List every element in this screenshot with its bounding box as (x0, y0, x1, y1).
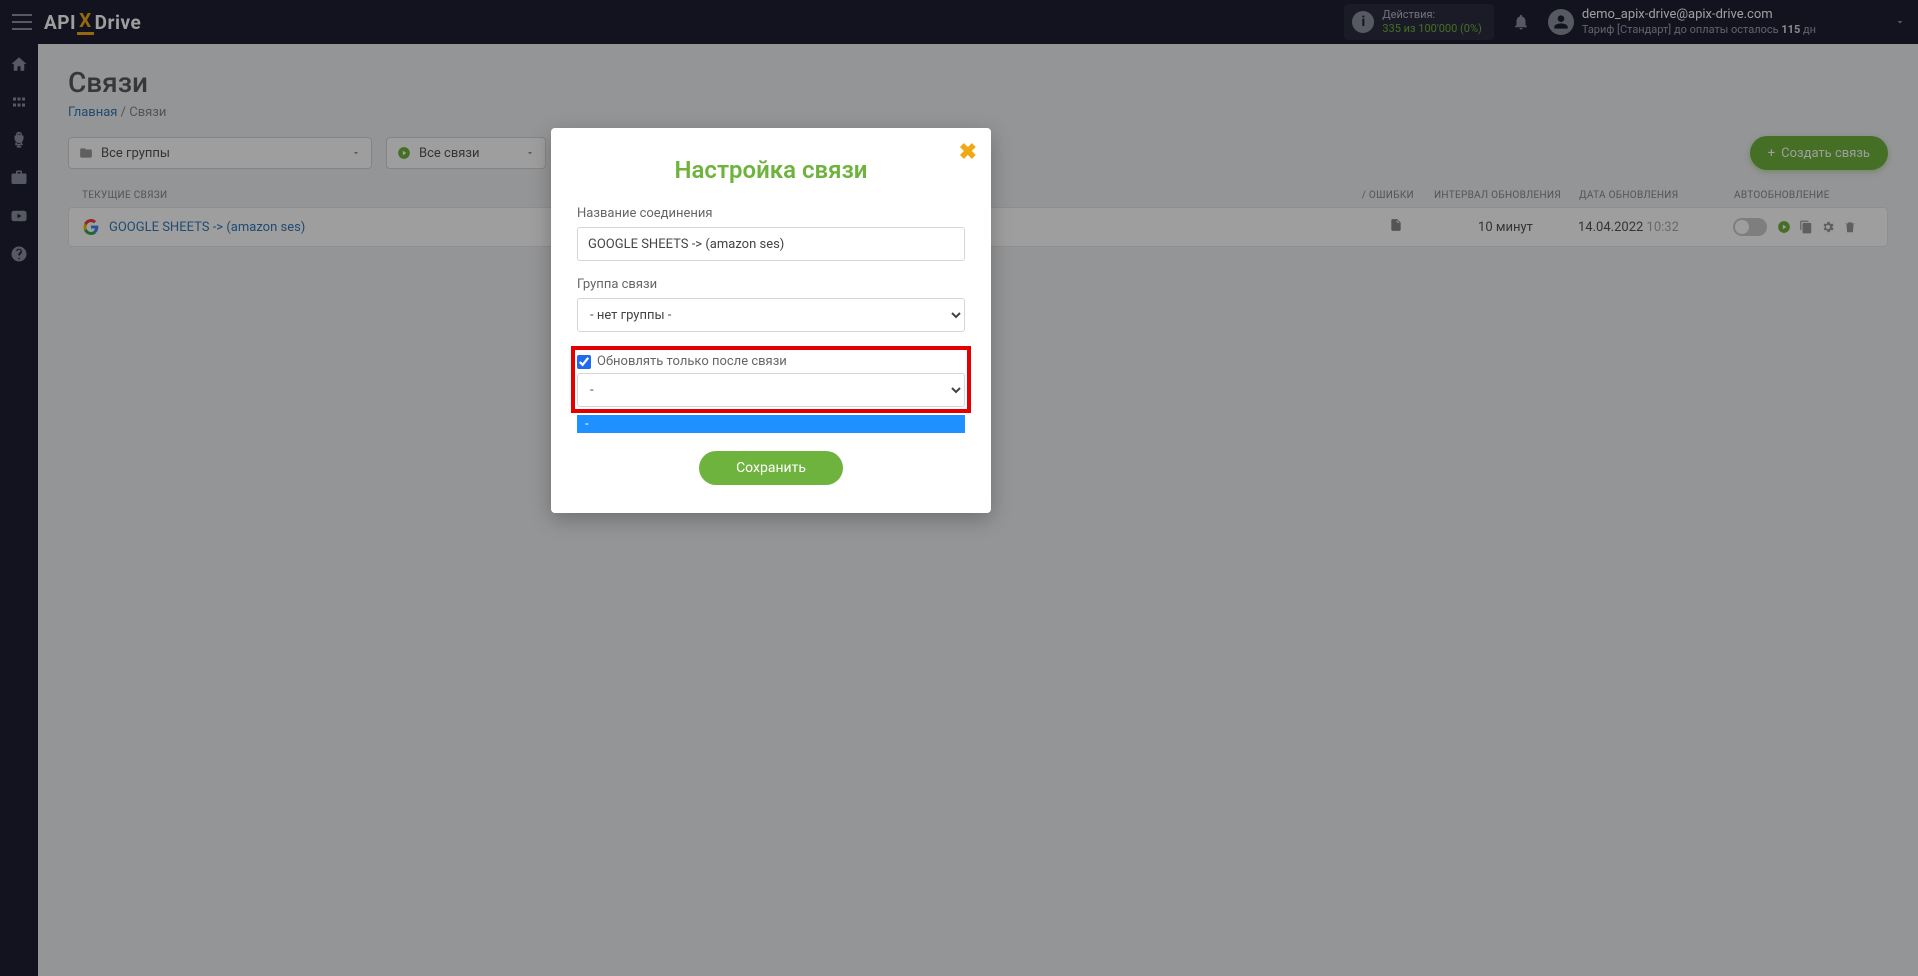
save-button[interactable]: Сохранить (699, 451, 843, 485)
close-icon[interactable]: ✖ (959, 140, 977, 165)
save-button-label: Сохранить (736, 460, 806, 476)
modal-title: Настройка связи (577, 156, 965, 184)
dropdown-option-highlighted[interactable]: - (577, 415, 965, 433)
select-group[interactable]: - нет группы - (577, 298, 965, 332)
dropdown-option-text: - (585, 417, 589, 432)
checkbox-label: Обновлять только после связи (597, 354, 787, 369)
input-connection-name[interactable] (577, 227, 965, 261)
label-group: Группа связи (577, 277, 965, 292)
update-after-connection-checkbox-row: Обновлять только после связи (571, 346, 971, 373)
select-dependent-connection[interactable]: - (577, 373, 965, 407)
update-after-connection-checkbox[interactable] (577, 355, 591, 369)
label-connection-name: Название соединения (577, 206, 965, 221)
connection-settings-modal: ✖ Настройка связи Название соединения Гр… (551, 128, 991, 513)
